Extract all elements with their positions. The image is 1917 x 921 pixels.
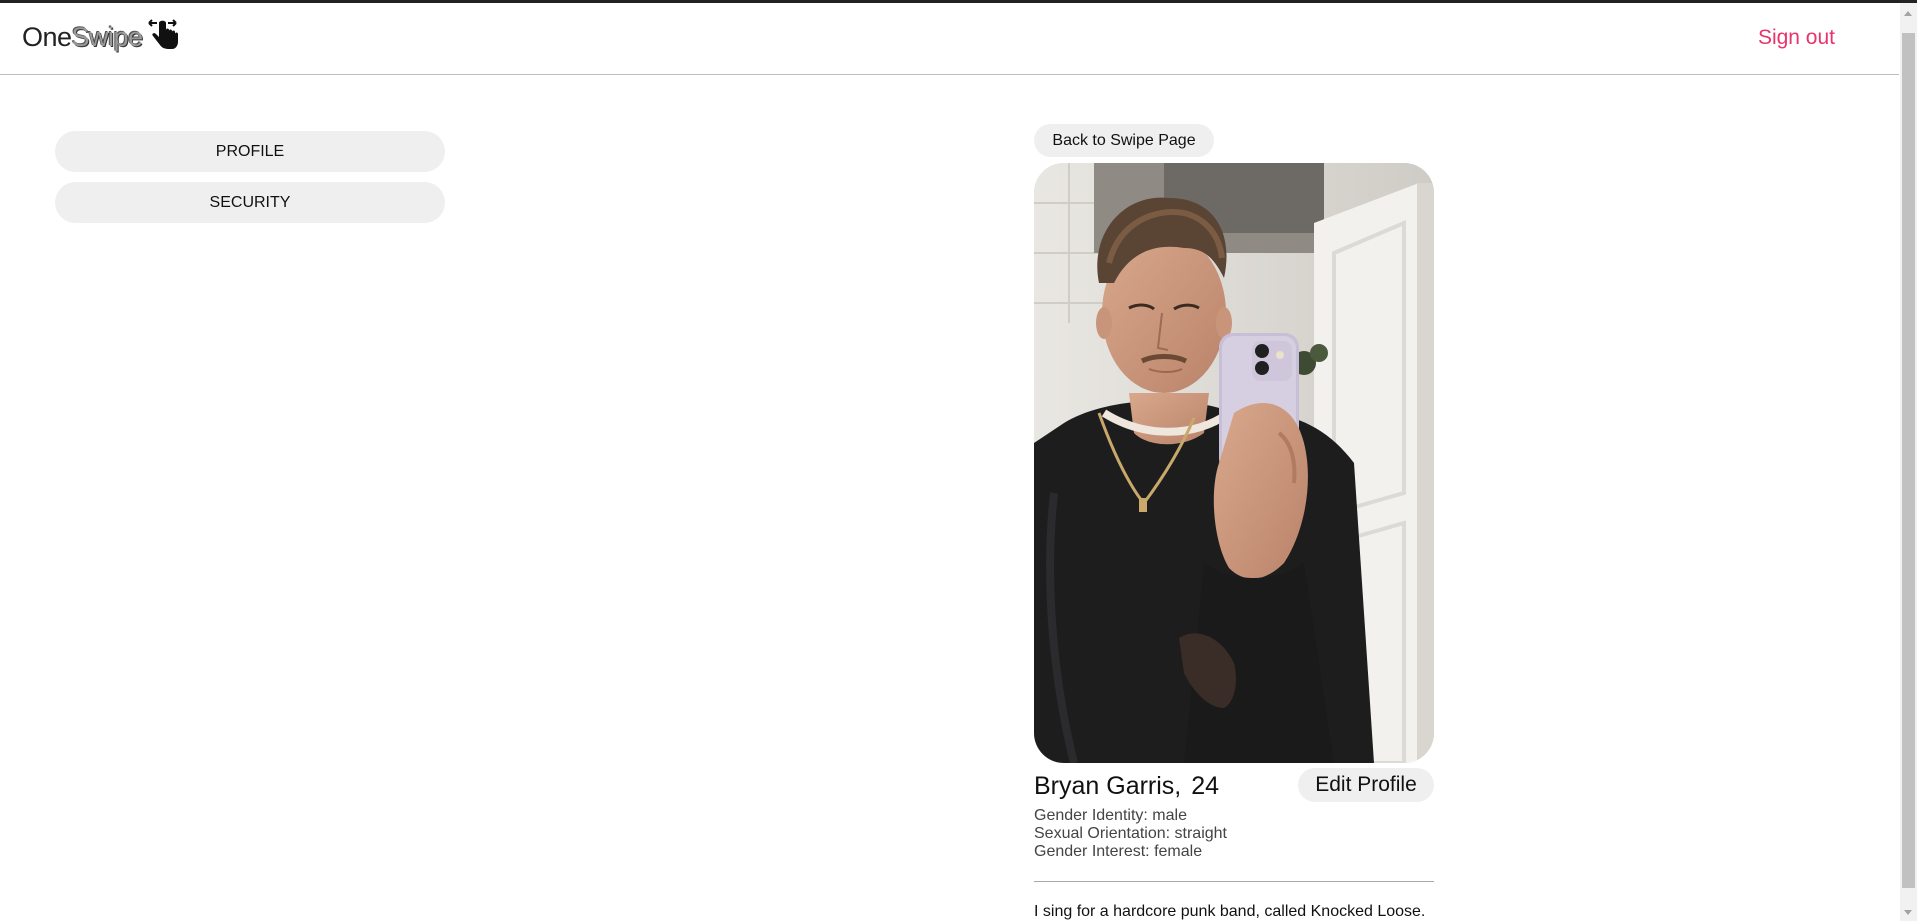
logo-text-one: One <box>22 21 72 52</box>
profile-name: Bryan Garris, <box>1034 772 1182 800</box>
profile-age: 24 <box>1191 772 1220 800</box>
page-scrollbar[interactable] <box>1900 3 1917 921</box>
profile-details: Gender Identity: male Sexual Orientation… <box>1034 807 1227 861</box>
sidebar-item-profile[interactable]: PROFILE <box>55 131 445 172</box>
profile-divider <box>1034 881 1434 882</box>
gender-identity-text: Gender Identity: male <box>1034 807 1187 824</box>
profile-photo-illustration <box>1034 163 1434 763</box>
profile-photo <box>1034 163 1434 763</box>
top-header: One Swipe Sign out <box>0 3 1899 75</box>
scroll-thumb[interactable] <box>1902 33 1915 888</box>
sidebar-item-security[interactable]: SECURITY <box>55 182 445 223</box>
profile-bio: I sing for a hardcore punk band, called … <box>1034 903 1426 920</box>
settings-sidebar: PROFILE SECURITY <box>55 131 445 233</box>
swipe-hand-icon <box>147 19 178 49</box>
sign-out-link[interactable]: Sign out <box>1758 26 1835 50</box>
logo-text-swipe: Swipe <box>71 21 144 52</box>
profile-name-age: Bryan Garris, 24 <box>1034 772 1219 801</box>
gender-interest-text: Gender Interest: female <box>1034 843 1203 860</box>
oneswipe-logo[interactable]: One Swipe <box>22 17 179 57</box>
scroll-up-arrow-icon[interactable] <box>1904 11 1912 16</box>
edit-profile-button[interactable]: Edit Profile <box>1298 768 1434 802</box>
sexual-orientation-text: Sexual Orientation: straight <box>1034 825 1227 842</box>
scroll-down-arrow-icon[interactable] <box>1904 910 1912 915</box>
back-to-swipe-button[interactable]: Back to Swipe Page <box>1034 124 1214 157</box>
